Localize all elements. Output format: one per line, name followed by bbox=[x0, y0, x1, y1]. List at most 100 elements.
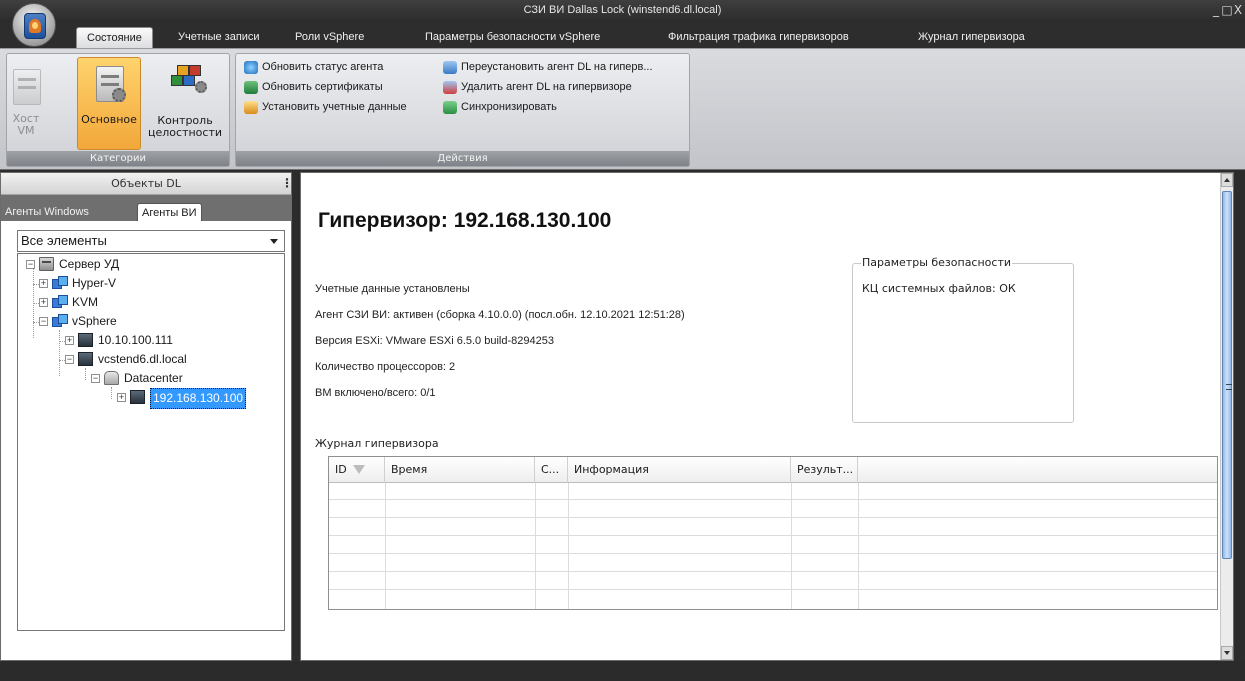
table-row bbox=[329, 519, 1217, 536]
set-credentials-button[interactable]: Установить учетные данные bbox=[242, 98, 407, 117]
refresh-agent-status-label: Обновить статус агента bbox=[262, 61, 384, 73]
panel-grip-icon[interactable]: ⋮ bbox=[281, 176, 293, 190]
refresh-status-icon bbox=[244, 61, 258, 74]
tab-windows-agents[interactable]: Агенты Windows bbox=[1, 203, 93, 221]
network-icon bbox=[52, 314, 68, 328]
reinstall-agent-button[interactable]: Переустановить агент DL на гиперв... bbox=[441, 58, 653, 77]
tree-node-label: vSphere bbox=[72, 314, 117, 328]
objects-panel-title: Объекты DL bbox=[111, 177, 181, 190]
hypervisor-details-panel: Гипервизор: 192.168.130.100 Учетные данн… bbox=[300, 172, 1234, 661]
chevron-down-icon bbox=[270, 239, 278, 244]
security-parameters-legend: Параметры безопасности bbox=[861, 256, 1013, 269]
server-icon bbox=[39, 257, 54, 271]
page-title: Гипервизор: 192.168.130.100 bbox=[318, 209, 612, 232]
refresh-certificates-button[interactable]: Обновить сертификаты bbox=[242, 78, 383, 97]
host-vm-button[interactable]: Хост VM bbox=[9, 57, 43, 150]
integrity-control-button[interactable]: Контроль целостности bbox=[145, 57, 225, 150]
hypervisor-log-table[interactable]: ID Время С... Информация Результ... bbox=[328, 456, 1218, 610]
tree-node-label: 10.10.100.111 bbox=[98, 333, 173, 347]
tree-node-label: 192.168.130.100 bbox=[150, 388, 247, 409]
dl-objects-panel: Объекты DL ⋮ Агенты Windows Агенты ВИ Вс… bbox=[0, 172, 293, 661]
credentials-icon bbox=[244, 101, 258, 114]
main-category-button[interactable]: Основное bbox=[77, 57, 141, 150]
synchronize-label: Синхронизировать bbox=[461, 101, 557, 113]
main-label: Основное bbox=[81, 113, 137, 126]
column-source[interactable]: С... bbox=[535, 457, 568, 483]
esxi-version: Версия ESXi: VMware ESXi 6.5.0 build-829… bbox=[315, 335, 554, 347]
filter-selected-value: Все элементы bbox=[21, 233, 107, 248]
vertical-scrollbar[interactable] bbox=[1220, 173, 1233, 660]
column-id-label: ID bbox=[335, 463, 347, 476]
tab-accounts[interactable]: Учетные записи bbox=[178, 27, 260, 48]
host-server-icon bbox=[13, 69, 41, 105]
app-menu-button[interactable] bbox=[12, 3, 56, 47]
filter-icon[interactable] bbox=[352, 465, 365, 475]
expand-icon[interactable]: + bbox=[39, 298, 48, 307]
host-icon bbox=[78, 333, 93, 347]
objects-tree[interactable]: − Сервер УД + Hyper-V + KVM − vSphere + bbox=[17, 253, 285, 631]
refresh-certificates-label: Обновить сертификаты bbox=[262, 81, 383, 93]
tree-node-label: KVM bbox=[72, 295, 99, 309]
reinstall-agent-icon bbox=[443, 61, 457, 74]
column-time[interactable]: Время bbox=[385, 457, 535, 483]
tree-node-label: vcstend6.dl.local bbox=[98, 352, 187, 366]
remove-agent-label: Удалить агент DL на гипервизоре bbox=[461, 81, 632, 93]
expand-icon[interactable]: + bbox=[117, 393, 126, 402]
security-parameters-box: Параметры безопасности КЦ системных файл… bbox=[852, 256, 1074, 423]
tab-hypervisor-log[interactable]: Журнал гипервизора bbox=[918, 27, 1025, 48]
collapse-icon[interactable]: − bbox=[65, 355, 74, 364]
remove-agent-button[interactable]: Удалить агент DL на гипервизоре bbox=[441, 78, 632, 97]
remove-agent-icon bbox=[443, 81, 457, 94]
table-row bbox=[329, 501, 1217, 518]
categories-group: Хост VM Основное Контроль целостности Ка… bbox=[6, 53, 230, 167]
tree-node-label: Сервер УД bbox=[59, 257, 120, 271]
log-table-header: ID Время С... Информация Результ... bbox=[329, 457, 1217, 483]
tab-vsphere-roles[interactable]: Роли vSphere bbox=[295, 27, 364, 48]
tab-vi-agents[interactable]: Агенты ВИ bbox=[137, 203, 202, 221]
categories-group-label: Категории bbox=[7, 151, 229, 166]
scroll-down-icon[interactable] bbox=[1221, 646, 1233, 660]
column-information[interactable]: Информация bbox=[568, 457, 791, 483]
tab-vsphere-security[interactable]: Параметры безопасности vSphere bbox=[425, 27, 600, 48]
scroll-thumb[interactable] bbox=[1222, 191, 1232, 559]
collapse-icon[interactable]: − bbox=[39, 317, 48, 326]
set-credentials-label: Установить учетные данные bbox=[262, 101, 407, 113]
tree-node-label: Datacenter bbox=[124, 371, 183, 385]
tab-state[interactable]: Состояние bbox=[76, 27, 153, 48]
tab-traffic-filtering[interactable]: Фильтрация трафика гипервизоров bbox=[668, 27, 849, 48]
refresh-agent-status-button[interactable]: Обновить статус агента bbox=[242, 58, 383, 77]
table-row bbox=[329, 555, 1217, 572]
synchronize-button[interactable]: Синхронизировать bbox=[441, 98, 557, 117]
hypervisor-log-label: Журнал гипервизора bbox=[315, 437, 439, 450]
integrity-label-line2: целостности bbox=[148, 126, 222, 139]
collapse-icon[interactable]: − bbox=[91, 374, 100, 383]
status-bar bbox=[0, 661, 1245, 681]
actions-group-label: Действия bbox=[236, 151, 689, 166]
table-row bbox=[329, 483, 1217, 500]
system-files-integrity-status: КЦ системных файлов: ОК bbox=[862, 282, 1016, 295]
network-icon bbox=[52, 276, 68, 290]
datacenter-icon bbox=[104, 371, 119, 385]
column-id[interactable]: ID bbox=[329, 457, 385, 483]
network-icon bbox=[52, 295, 68, 309]
agent-status: Агент СЗИ ВИ: активен (сборка 4.10.0.0) … bbox=[315, 309, 685, 321]
gear-icon bbox=[112, 88, 126, 102]
elements-filter-select[interactable]: Все элементы bbox=[17, 230, 285, 252]
window-title: СЗИ ВИ Dallas Lock (winstend6.dl.local) bbox=[523, 4, 722, 16]
column-result[interactable]: Результ... bbox=[791, 457, 858, 483]
integrity-gear-icon bbox=[195, 81, 207, 93]
sync-icon bbox=[443, 101, 457, 114]
vm-count: ВМ включено/всего: 0/1 bbox=[315, 387, 436, 399]
collapse-icon[interactable]: − bbox=[26, 260, 35, 269]
host-icon bbox=[78, 352, 93, 366]
objects-panel-header: Объекты DL ⋮ bbox=[1, 173, 293, 195]
actions-group: Обновить статус агента Обновить сертифик… bbox=[235, 53, 690, 167]
table-row bbox=[329, 573, 1217, 590]
close-button[interactable]: X bbox=[1230, 2, 1245, 18]
expand-icon[interactable]: + bbox=[39, 279, 48, 288]
reinstall-agent-label: Переустановить агент DL на гиперв... bbox=[461, 61, 653, 73]
host-icon bbox=[130, 390, 145, 404]
scroll-up-icon[interactable] bbox=[1221, 173, 1233, 187]
expand-icon[interactable]: + bbox=[65, 336, 74, 345]
credentials-status: Учетные данные установлены bbox=[315, 283, 470, 295]
